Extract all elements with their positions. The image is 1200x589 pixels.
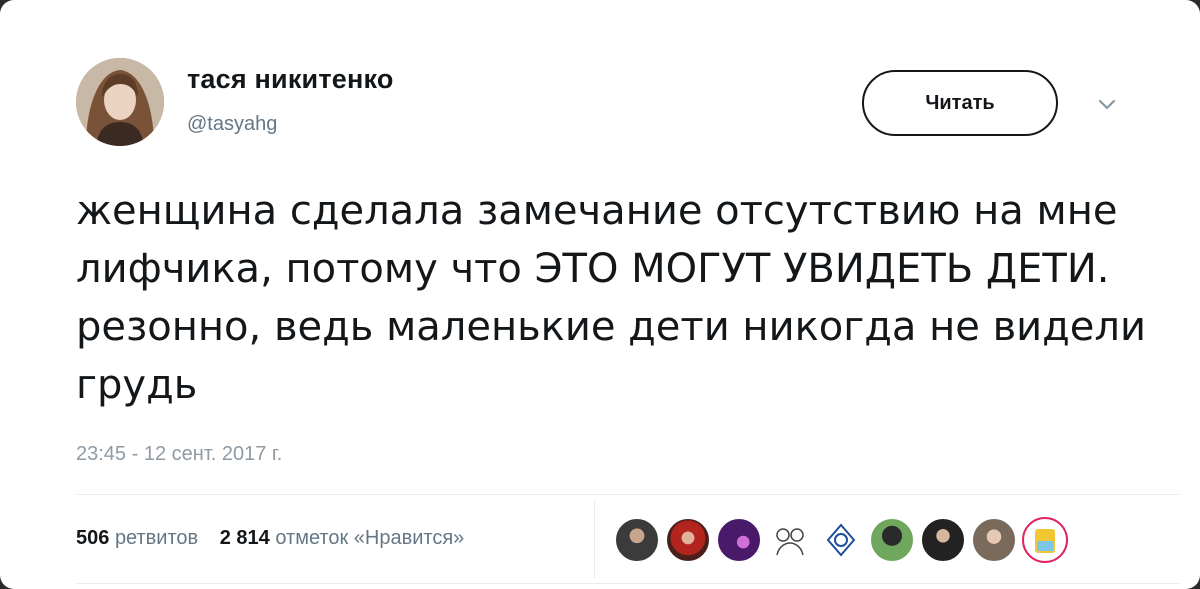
liker-avatar[interactable]	[767, 517, 813, 563]
liker-avatar[interactable]	[614, 517, 660, 563]
liker-avatar[interactable]	[818, 517, 864, 563]
liker-avatar[interactable]	[716, 517, 762, 563]
divider	[76, 583, 1180, 584]
chevron-down-icon[interactable]	[1095, 92, 1119, 116]
likes-count: 2 814	[219, 527, 270, 549]
liker-avatar[interactable]	[920, 517, 966, 563]
retweets-stat[interactable]: 506 ретвитов	[76, 527, 204, 549]
liker-avatar[interactable]	[665, 517, 711, 563]
liker-avatar[interactable]	[869, 517, 915, 563]
username-handle[interactable]: @tasyahg	[187, 113, 277, 136]
divider	[594, 500, 595, 578]
follow-button[interactable]: Читать	[862, 70, 1058, 136]
liker-avatar[interactable]	[1022, 517, 1068, 563]
retweets-count: 506	[76, 527, 110, 549]
divider	[76, 494, 1180, 495]
engagement-stats: 506 ретвитов 2 814 отметок «Нравится»	[76, 527, 480, 550]
tweet-timestamp[interactable]: 23:45 - 12 сент. 2017 г.	[76, 443, 282, 466]
retweets-label: ретвитов	[114, 527, 199, 549]
likes-stat[interactable]: 2 814 отметок «Нравится»	[220, 527, 465, 549]
tweet-card: тася никитенко @tasyahg Читать женщина с…	[0, 0, 1200, 589]
liker-avatar[interactable]	[971, 517, 1017, 563]
tweet-text: женщина сделала замечание отсутствию на …	[76, 188, 1146, 408]
profile-avatar[interactable]	[76, 58, 164, 146]
likes-label: отметок «Нравится»	[275, 527, 465, 549]
liker-avatars	[614, 517, 1068, 563]
display-name[interactable]: тася никитенко	[187, 64, 394, 95]
